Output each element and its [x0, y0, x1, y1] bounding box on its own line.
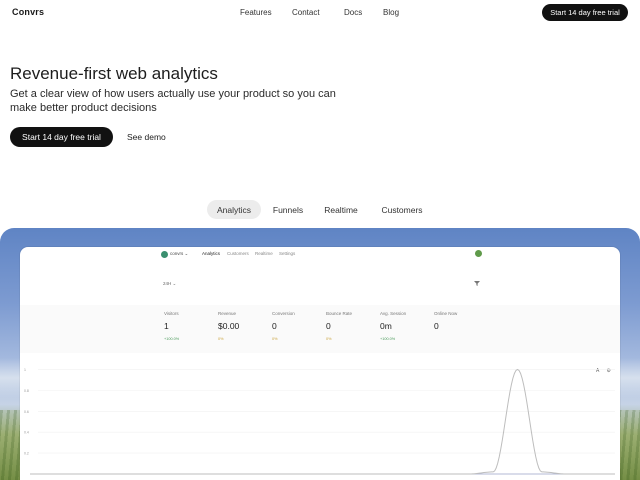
stat-online-now[interactable]: Online Now 0	[434, 311, 488, 337]
tab-customers[interactable]: Customers	[373, 200, 431, 219]
feature-tabs: Analytics Funnels Realtime Customers	[0, 200, 640, 220]
app-logo-icon	[161, 251, 168, 258]
top-nav: Convrs Features Contact Docs Blog Start …	[0, 0, 640, 26]
nav-link-docs[interactable]: Docs	[344, 8, 362, 17]
chart-y-tick-label: 0.6	[24, 410, 29, 414]
stat-value: $0.00	[218, 321, 240, 331]
app-menu-realtime[interactable]: Realtime	[255, 251, 273, 256]
chart-y-tick-label: 0.4	[24, 431, 29, 435]
stats-row: Visitors 1 +100.0% Revenue $0.00 0% Conv…	[20, 305, 620, 374]
app-brand-selector[interactable]: convrs ⌄	[170, 251, 188, 257]
see-demo-link[interactable]: See demo	[127, 132, 166, 142]
brand-logo[interactable]: Convrs	[12, 7, 44, 17]
filter-icon[interactable]	[474, 281, 480, 286]
nav-link-blog[interactable]: Blog	[383, 8, 399, 17]
stat-revenue[interactable]: Revenue $0.00 0%	[218, 311, 272, 341]
chart-series-line	[30, 368, 615, 475]
chevron-down-icon: ⌄	[172, 281, 177, 286]
stat-value: 0m	[380, 321, 392, 331]
stat-value: 0	[434, 321, 439, 331]
stat-label: Conversion	[272, 311, 295, 316]
start-trial-button[interactable]: Start 14 day free trial	[10, 127, 113, 147]
app-menu-customers[interactable]: Customers	[227, 251, 249, 256]
app-header: convrs ⌄ Analytics Customers Realtime Se…	[20, 247, 620, 269]
stat-delta: 0%	[272, 337, 278, 341]
hero-title: Revenue-first web analytics	[10, 64, 218, 83]
stat-delta: +100.0%	[380, 337, 396, 341]
stat-value: 0	[272, 321, 277, 331]
avatar[interactable]	[475, 250, 482, 257]
stat-delta: 0%	[218, 337, 224, 341]
start-trial-nav-button[interactable]: Start 14 day free trial	[542, 4, 628, 21]
stat-conversion[interactable]: Conversion 0 0%	[272, 311, 326, 341]
stat-value: 0	[326, 321, 331, 331]
app-menu-settings[interactable]: Settings	[279, 251, 295, 256]
app-preview: convrs ⌄ Analytics Customers Realtime Se…	[20, 247, 620, 480]
app-menu-analytics[interactable]: Analytics	[202, 251, 220, 256]
chart-y-tick-label: 0.8	[24, 389, 29, 393]
nav-link-features[interactable]: Features	[240, 8, 272, 17]
chart-y-tick-label: 0.2	[24, 452, 29, 456]
visitors-chart: 1 0.8 0.6 0.4 0.2	[20, 353, 620, 480]
stat-avg-session[interactable]: Avg. Session 0m +100.0%	[380, 311, 434, 341]
hero-subtitle: Get a clear view of how users actually u…	[10, 88, 336, 114]
stat-delta: 0%	[326, 337, 332, 341]
stat-label: Bounce Rate	[326, 311, 353, 316]
stat-value: 1	[164, 321, 169, 331]
nav-link-contact[interactable]: Contact	[292, 8, 320, 17]
chevron-down-icon: ⌄	[184, 251, 189, 256]
tab-funnels[interactable]: Funnels	[266, 200, 310, 219]
app-brand-label: convrs	[170, 251, 184, 256]
period-label: 24H	[163, 281, 172, 286]
tab-realtime[interactable]: Realtime	[317, 200, 365, 219]
stat-visitors[interactable]: Visitors 1 +100.0%	[164, 311, 218, 341]
tab-analytics[interactable]: Analytics	[207, 200, 261, 219]
stat-label: Online Now	[434, 311, 458, 316]
stat-label: Visitors	[164, 311, 179, 316]
stat-label: Revenue	[218, 311, 237, 316]
stat-bounce-rate[interactable]: Bounce Rate 0 0%	[326, 311, 380, 341]
period-selector[interactable]: 24H ⌄	[163, 281, 176, 287]
stat-label: Avg. Session	[380, 311, 407, 316]
chart-svg: 1 0.8 0.6 0.4 0.2	[24, 368, 615, 475]
chart-y-tick-label: 1	[24, 368, 26, 372]
stat-delta: +100.0%	[164, 337, 180, 341]
